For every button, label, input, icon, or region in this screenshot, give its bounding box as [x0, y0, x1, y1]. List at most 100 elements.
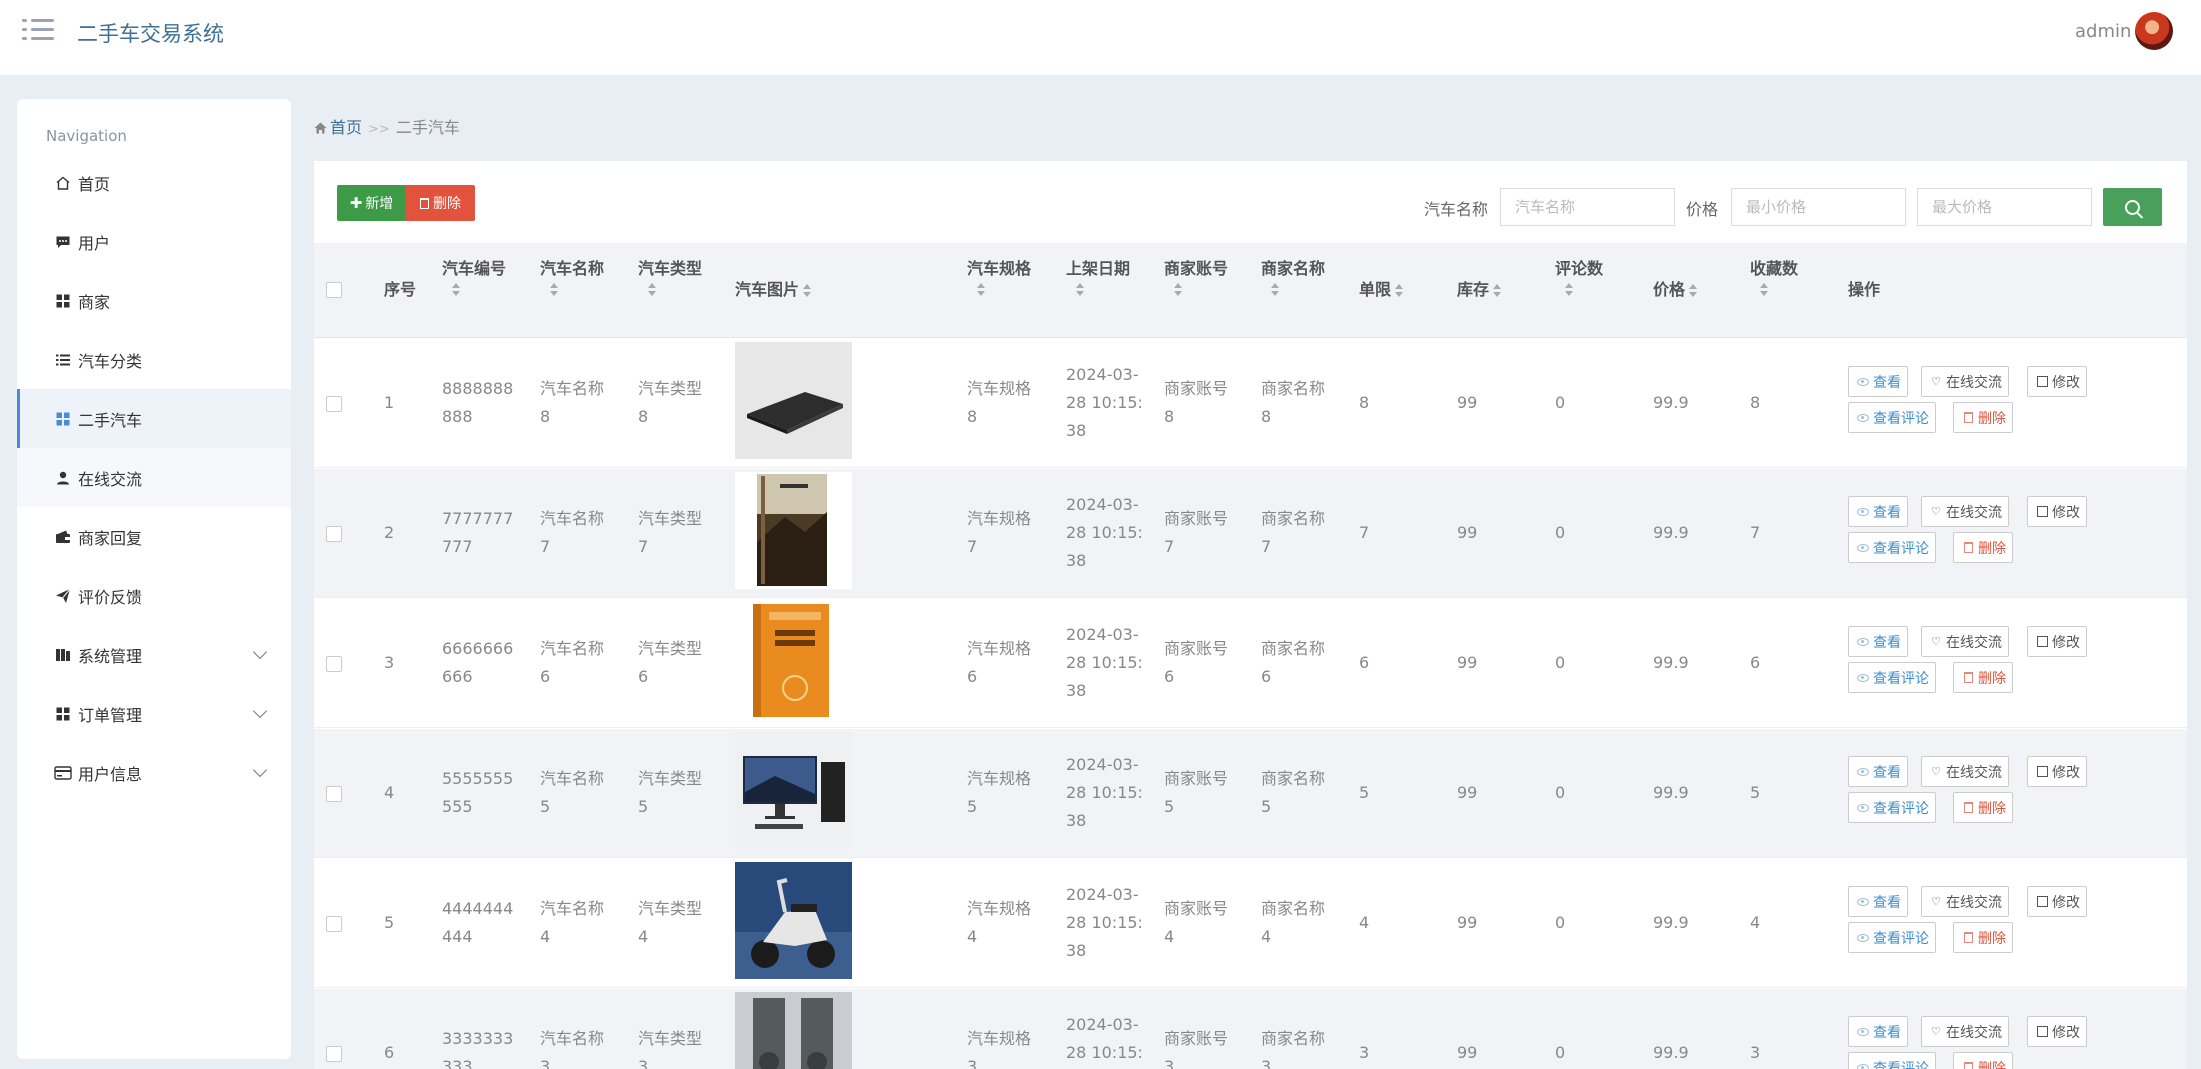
edit-button[interactable]: 修改 [2027, 496, 2087, 527]
trash-icon [1962, 1062, 1974, 1069]
breadcrumb-home[interactable]: 首页 [330, 118, 362, 137]
search-button[interactable] [2103, 188, 2162, 226]
search-name-input[interactable] [1500, 188, 1675, 226]
online-chat-button[interactable]: ♡ 在线交流 [1921, 756, 2009, 787]
view-button[interactable]: 查看 [1848, 1016, 1908, 1047]
batch-delete-button[interactable]: 删除 [406, 185, 475, 221]
sidebar-item-system-management[interactable]: 系统管理 [17, 625, 291, 684]
header-image-label: 汽车图片 [735, 280, 800, 299]
max-price-input[interactable] [1917, 188, 2092, 226]
cell-favorites: 6 [1750, 653, 1761, 672]
sidebar-item-merchants[interactable]: 商家 [17, 271, 291, 330]
delete-button[interactable]: 删除 [1953, 662, 2013, 693]
row-checkbox[interactable] [326, 656, 342, 672]
menu-toggle-icon[interactable] [22, 16, 54, 44]
header-type[interactable]: 汽车类型 [638, 255, 702, 297]
delete-button[interactable]: 删除 [1953, 792, 2013, 823]
view-button[interactable]: 查看 [1848, 496, 1908, 527]
header-date[interactable]: 上架日期 [1066, 255, 1130, 297]
online-chat-button[interactable]: ♡ 在线交流 [1921, 366, 2009, 397]
row-checkbox[interactable] [326, 916, 342, 932]
cell-name: 汽车名称 7 [540, 509, 605, 556]
cell-merchant-name: 商家名称 3 [1261, 1029, 1326, 1069]
view-comments-button[interactable]: 查看评论 [1848, 1052, 1936, 1069]
online-chat-button[interactable]: ♡ 在线交流 [1921, 496, 2009, 527]
cell-favorites: 4 [1750, 913, 1761, 932]
header-comments[interactable]: 评论数 [1555, 255, 1603, 297]
trash-icon [420, 197, 429, 209]
sidebar-item-online-chat[interactable]: 在线交流 [17, 448, 291, 507]
row-checkbox[interactable] [326, 786, 342, 802]
view-button[interactable]: 查看 [1848, 626, 1908, 657]
car-image[interactable] [735, 472, 852, 589]
view-button[interactable]: 查看 [1848, 886, 1908, 917]
delete-button[interactable]: 删除 [1953, 922, 2013, 953]
sidebar-item-merchant-reply[interactable]: 商家回复 [17, 507, 291, 566]
car-image[interactable] [735, 602, 852, 719]
view-comments-button[interactable]: 查看评论 [1848, 792, 1936, 823]
view-comments-button[interactable]: 查看评论 [1848, 662, 1936, 693]
avatar[interactable] [2135, 12, 2173, 50]
cell-limit: 3 [1359, 1043, 1370, 1062]
cell-type: 汽车类型 7 [638, 509, 703, 556]
delete-button[interactable]: 删除 [1953, 402, 2013, 433]
sidebar-item-home[interactable]: 首页 [17, 153, 291, 212]
eye-icon [1857, 802, 1869, 814]
delete-button[interactable]: 删除 [1953, 1052, 2013, 1069]
header-merchant-account-label: 商家账号 [1164, 259, 1229, 278]
view-comments-button[interactable]: 查看评论 [1848, 402, 1936, 433]
header-code-label: 汽车编号 [442, 259, 507, 278]
header-price[interactable]: 价格 [1653, 276, 1698, 304]
sidebar-item-users[interactable]: 用户 [17, 212, 291, 271]
header-favorites[interactable]: 收藏数 [1750, 255, 1798, 297]
cell-price: 99.9 [1653, 913, 1689, 932]
edit-button[interactable]: 修改 [2027, 626, 2087, 657]
heart-icon: ♡ [1931, 1025, 1941, 1038]
cell-merchant-name: 商家名称 8 [1261, 379, 1326, 426]
row-checkbox[interactable] [326, 526, 342, 542]
sidebar-item-used-cars[interactable]: 二手汽车 [17, 389, 291, 448]
edit-button[interactable]: 修改 [2027, 756, 2087, 787]
row-checkbox[interactable] [326, 1046, 342, 1062]
header-code[interactable]: 汽车编号 [442, 255, 506, 297]
edit-button[interactable]: 修改 [2027, 1016, 2087, 1047]
view-comments-button[interactable]: 查看评论 [1848, 922, 1936, 953]
cell-limit: 8 [1359, 393, 1370, 412]
cell-index: 1 [384, 393, 395, 412]
min-price-input[interactable] [1731, 188, 1906, 226]
sidebar-item-feedback[interactable]: 评价反馈 [17, 566, 291, 625]
columns-icon [54, 646, 72, 664]
table-row: 2 7777777 777 汽车名称 7 汽车类型 7 汽车规格 7 2024-03- 28 10:… [314, 469, 2187, 598]
header-name[interactable]: 汽车名称 [540, 255, 604, 297]
select-all-checkbox[interactable] [326, 282, 342, 298]
header-spec[interactable]: 汽车规格 [967, 255, 1031, 297]
car-image[interactable] [735, 862, 852, 979]
sort-icon [452, 283, 461, 297]
view-button[interactable]: 查看 [1848, 756, 1908, 787]
header-merchant-name[interactable]: 商家名称 [1261, 255, 1325, 297]
online-chat-button[interactable]: ♡ 在线交流 [1921, 626, 2009, 657]
header-limit[interactable]: 单限 [1359, 276, 1404, 304]
header-stock[interactable]: 库存 [1457, 276, 1502, 304]
view-button[interactable]: 查看 [1848, 366, 1908, 397]
header-merchant-account[interactable]: 商家账号 [1164, 255, 1228, 297]
add-button[interactable]: ✚ 新增 [337, 185, 406, 221]
online-chat-button[interactable]: ♡ 在线交流 [1921, 1016, 2009, 1047]
row-checkbox[interactable] [326, 396, 342, 412]
car-image[interactable] [735, 992, 852, 1069]
car-image[interactable] [735, 342, 852, 459]
sidebar-item-car-category[interactable]: 汽车分类 [17, 330, 291, 389]
cell-favorites: 7 [1750, 523, 1761, 542]
car-image[interactable] [735, 732, 852, 849]
user-name[interactable]: admin [2075, 21, 2131, 42]
header-type-label: 汽车类型 [638, 259, 703, 278]
edit-button[interactable]: 修改 [2027, 366, 2087, 397]
sort-icon [977, 283, 986, 297]
edit-button[interactable]: 修改 [2027, 886, 2087, 917]
sidebar-item-order-management[interactable]: 订单管理 [17, 684, 291, 743]
header-image[interactable]: 汽车图片 [735, 276, 812, 304]
view-comments-button[interactable]: 查看评论 [1848, 532, 1936, 563]
sidebar-item-user-info[interactable]: 用户信息 [17, 743, 291, 802]
online-chat-button[interactable]: ♡ 在线交流 [1921, 886, 2009, 917]
delete-button[interactable]: 删除 [1953, 532, 2013, 563]
